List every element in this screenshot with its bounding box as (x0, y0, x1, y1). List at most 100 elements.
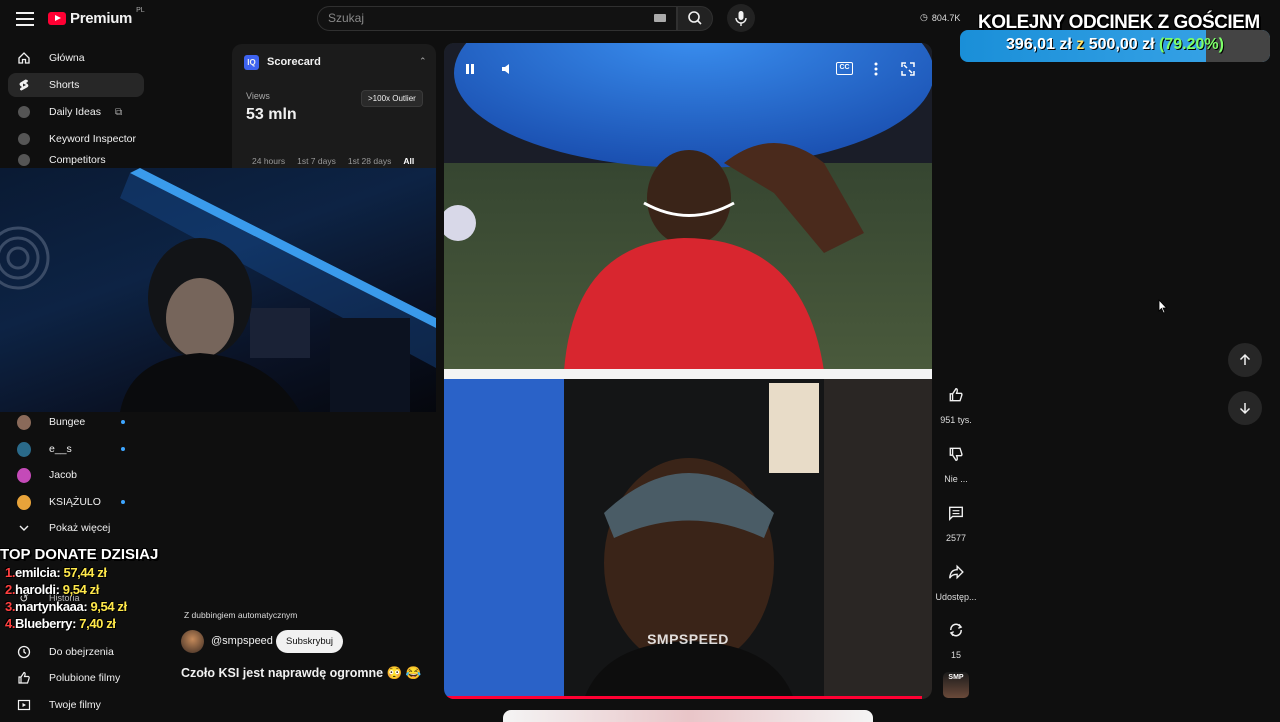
sidebar-item-label: Do obejrzenia (49, 646, 114, 658)
video-watermark: SMPSPEED (647, 631, 729, 647)
donate-user: martynkaaa: (15, 599, 88, 614)
donate-row: 3.martynkaaa: 9,54 zł (5, 599, 127, 614)
donate-amount: 57,44 zł (63, 565, 107, 580)
sidebar-item-your-videos[interactable]: Twoje filmy (8, 693, 144, 717)
keyboard-icon[interactable] (654, 14, 666, 22)
thumb-up-icon (17, 671, 31, 685)
thumb-up-icon (949, 388, 963, 402)
live-indicator (121, 447, 125, 451)
sidebar-item-home[interactable]: Główna (8, 46, 144, 70)
sidebar-item-liked[interactable]: Polubione filmy (8, 666, 144, 690)
remix-icon (949, 623, 963, 637)
search-button[interactable] (677, 6, 713, 31)
collapse-icon[interactable]: ⌃ (419, 56, 427, 67)
sidebar-item-label: Twoje filmy (49, 699, 101, 711)
donate-row: 2.haroldi: 9,54 zł (5, 582, 99, 597)
donate-user: Blueberry: (15, 616, 77, 631)
fullscreen-button[interactable] (896, 57, 920, 81)
webcam-scene (0, 168, 436, 412)
mic-icon (735, 11, 747, 26)
sidebar-item-daily-ideas[interactable]: Daily Ideas ⧉ (8, 100, 144, 124)
voice-search-button[interactable] (727, 4, 755, 32)
search-input[interactable]: Szukaj (317, 6, 677, 31)
shorts-icon (17, 78, 31, 92)
logo-country: PL (136, 7, 145, 14)
channel-avatar[interactable] (181, 630, 204, 653)
sidebar-item-shorts[interactable]: Shorts (8, 73, 144, 97)
donate-amount: 7,40 zł (79, 616, 116, 631)
remix-count: 15 (950, 650, 961, 660)
thumb-down-icon (949, 447, 963, 461)
youtube-logo[interactable]: Premium PL (48, 7, 145, 27)
sidebar-item-label: Daily Ideas (49, 106, 101, 118)
channel-avatar (17, 467, 31, 483)
sidebar-show-more[interactable]: Pokaż więcej (8, 516, 144, 540)
captions-button[interactable]: CC (836, 62, 853, 75)
goal-text: 396,01 zł z 500,00 zł (79.20%) (960, 36, 1270, 54)
channel-handle[interactable]: @smpspeed (211, 635, 273, 647)
donate-row: 4.Blueberry: 7,40 zł (5, 616, 116, 631)
mouse-cursor-icon (1158, 298, 1168, 317)
share-button[interactable] (941, 557, 971, 587)
like-count: 951 tys. (940, 415, 972, 425)
share-label: Udostęp... (935, 592, 977, 602)
sidebar-item-label: Shorts (49, 79, 80, 91)
live-indicator (121, 500, 125, 504)
vidiq-icon (17, 105, 31, 119)
clock-small-icon: ◷ (920, 12, 928, 22)
next-short-preview[interactable] (503, 710, 873, 722)
donate-row: 1.emilcia: 57,44 zł (5, 565, 107, 580)
tab-all[interactable]: All (403, 156, 414, 166)
sidebar-item-watch-later[interactable]: Do obejrzenia (8, 640, 144, 664)
external-link-icon: ⧉ (114, 106, 123, 118)
sidebar-channel-jacob[interactable]: Jacob (8, 463, 144, 487)
tab-first-7-days[interactable]: 1st 7 days (297, 156, 336, 166)
dislike-button[interactable] (941, 439, 971, 469)
menu-icon[interactable] (16, 12, 34, 26)
live-indicator (121, 420, 125, 424)
more-options-button[interactable] (864, 57, 888, 81)
volume-button[interactable] (495, 57, 519, 81)
video-title[interactable]: Czoło KSI jest naprawdę ogromne 😳 😂 (181, 666, 421, 681)
like-button[interactable] (941, 380, 971, 410)
goal-percent: (79.20%) (1159, 36, 1224, 53)
remix-button[interactable] (941, 615, 971, 645)
chevron-down-icon (17, 521, 31, 535)
donate-rank: 1. (5, 565, 16, 580)
goal-current: 396,01 zł (1006, 36, 1072, 53)
donate-amount: 9,54 zł (62, 582, 100, 597)
comment-icon (949, 506, 963, 521)
video-progress-bar[interactable] (444, 696, 923, 699)
arrow-down-icon (1239, 403, 1251, 415)
channel-name: KSIĄŻULO (49, 496, 101, 508)
more-vert-icon (874, 62, 878, 76)
channel-avatar (17, 441, 31, 457)
subscribe-button[interactable]: Subskrybuj (276, 630, 343, 653)
sidebar-item-label: Keyword Inspector (49, 133, 136, 145)
donation-goal-bar: 396,01 zł z 500,00 zł (79.20%) (960, 30, 1270, 62)
tab-first-28-days[interactable]: 1st 28 days (348, 156, 391, 166)
channel-avatar (17, 414, 31, 430)
donate-rank: 2. (5, 582, 16, 597)
view-stat: ◷ 804.7K (920, 12, 960, 23)
sidebar-item-label: Pokaż więcej (49, 522, 111, 534)
outlier-badge: >100x Outlier (361, 90, 423, 107)
comments-button[interactable] (941, 498, 971, 528)
donate-user: emilcia: (15, 565, 61, 580)
tab-24-hours[interactable]: 24 hours (252, 156, 285, 166)
expand-icon (901, 62, 915, 76)
sidebar-item-keyword-inspector[interactable]: Keyword Inspector (8, 127, 144, 151)
sidebar-item-competitors[interactable]: Competitors (8, 153, 144, 167)
video-frame (444, 43, 932, 699)
pause-button[interactable] (458, 57, 482, 81)
goal-separator: z (1071, 36, 1089, 53)
shorts-video-player[interactable]: CC SMPSPEED (444, 43, 932, 699)
sidebar-item-label: Polubione filmy (49, 672, 121, 684)
pause-icon (466, 64, 474, 74)
next-short-button[interactable] (1228, 391, 1262, 425)
search-icon (688, 11, 702, 25)
channel-name: e__s (49, 443, 72, 455)
sidebar-item-label: Competitors (49, 154, 106, 166)
sound-avatar[interactable]: SMP (943, 672, 969, 698)
previous-short-button[interactable] (1228, 343, 1262, 377)
